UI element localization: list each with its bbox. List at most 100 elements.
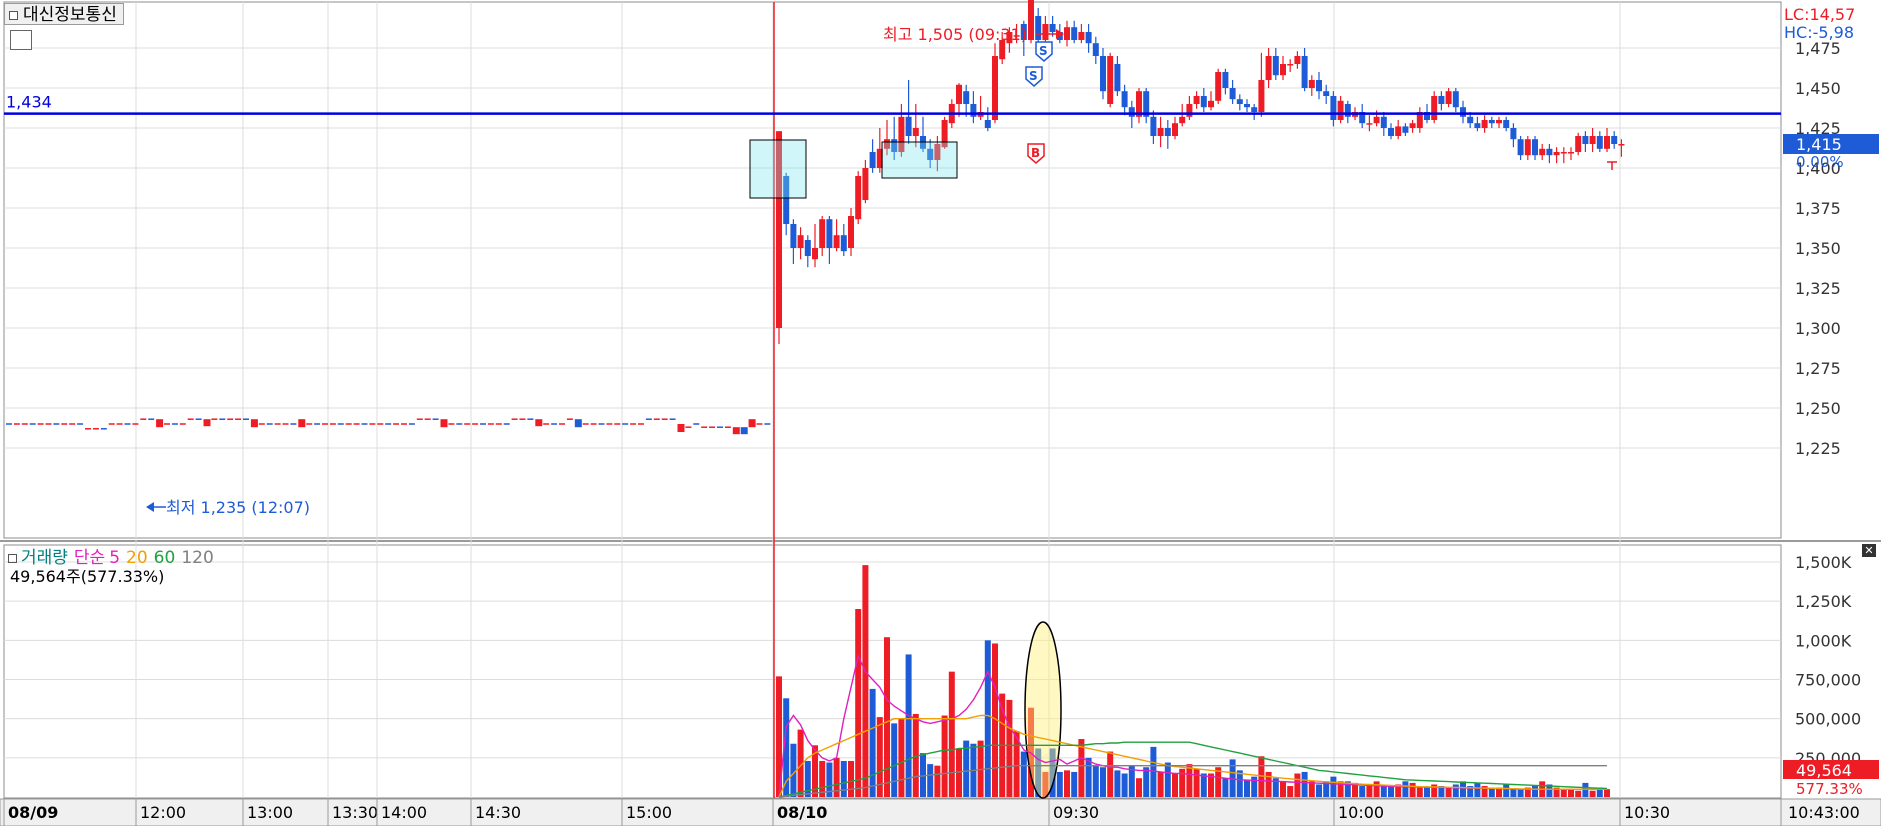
candle — [1553, 152, 1560, 156]
high-annotation: 최고 1,505 (09:31) — [883, 25, 1027, 44]
current-volume-label: 49,564 — [1796, 761, 1852, 780]
candle — [535, 419, 543, 427]
candle — [1301, 56, 1308, 88]
candle — [1128, 107, 1135, 117]
volume-bar — [1424, 787, 1430, 797]
table-grid-icon[interactable] — [10, 30, 32, 50]
ma120-label: 120 — [181, 548, 214, 568]
candle — [1438, 96, 1445, 104]
highlight-box — [749, 139, 807, 199]
candle — [970, 104, 977, 117]
candle — [574, 419, 582, 428]
candle — [797, 235, 804, 248]
stock-name-button[interactable]: 대신정보통신 — [4, 3, 124, 25]
candle — [203, 419, 211, 427]
x-tick-label: 10:00 — [1338, 803, 1384, 822]
close-panel-icon[interactable]: ✕ — [1862, 544, 1876, 557]
price-tick-label: 1,250 — [1795, 399, 1841, 418]
candle — [992, 56, 998, 120]
candle — [1330, 96, 1337, 120]
volume-bar — [1575, 790, 1582, 797]
candle — [840, 235, 847, 252]
candle — [1604, 136, 1610, 149]
candle — [848, 216, 854, 248]
volume-bar — [1287, 786, 1294, 797]
candle — [1186, 104, 1193, 117]
candle — [1092, 43, 1099, 56]
x-tick-label: 08/10 — [777, 803, 827, 822]
volume-bar — [1114, 770, 1121, 797]
low-annotation: 최저 1,235 (12:07) — [166, 498, 310, 517]
candle — [1208, 100, 1214, 108]
price-tick-label: 1,375 — [1795, 199, 1841, 218]
candle — [1258, 80, 1265, 112]
volume-bar — [1445, 787, 1452, 797]
candle — [1236, 99, 1243, 104]
candle — [1445, 91, 1452, 104]
volume-bar — [1582, 782, 1589, 797]
volume-panel-checkbox-icon[interactable] — [8, 553, 17, 563]
volume-bar — [1316, 784, 1322, 797]
stock-name-label: 대신정보통신 — [23, 5, 117, 25]
candle — [1517, 139, 1524, 156]
signal-badge-text: B — [1031, 146, 1040, 160]
volume-bar — [1056, 771, 1063, 797]
volume-bar — [1020, 751, 1027, 797]
candle — [1366, 123, 1373, 125]
volume-bar — [1416, 787, 1423, 797]
candle — [1460, 107, 1466, 117]
candle — [1064, 27, 1070, 40]
candle — [1049, 24, 1056, 32]
volume-bar — [1301, 771, 1308, 797]
volume-bar — [898, 718, 905, 797]
volume-bar — [1604, 789, 1610, 797]
volume-info: 49,564주(577.33%) — [10, 567, 165, 586]
volume-bar — [1064, 770, 1070, 797]
volume-tick-label: 1,250K — [1795, 592, 1852, 611]
volume-bar — [1503, 784, 1510, 797]
candle — [1150, 116, 1157, 136]
x-tick-label: 15:00 — [626, 803, 672, 822]
candle — [298, 419, 306, 428]
candle — [1200, 96, 1207, 108]
x-tick-label: 10:30 — [1624, 803, 1670, 822]
candle — [1373, 116, 1380, 124]
volume-bar — [1121, 773, 1128, 797]
candle — [1100, 56, 1106, 92]
volume-bar — [1589, 790, 1596, 797]
volume-bar — [1071, 771, 1078, 797]
candle — [1532, 139, 1538, 156]
candle — [748, 419, 756, 428]
x-tick-label: 13:30 — [332, 803, 378, 822]
candle — [1488, 120, 1495, 124]
candle — [869, 152, 876, 168]
candle — [732, 427, 740, 435]
current-volume-pct: 577.33% — [1796, 780, 1863, 798]
highlight-box — [881, 141, 958, 179]
candle — [1380, 116, 1387, 128]
volume-bar — [840, 760, 847, 797]
candle — [1157, 128, 1164, 136]
current-price-label: 1,415 — [1796, 135, 1842, 154]
volume-bar — [948, 671, 955, 797]
candle — [1323, 91, 1330, 96]
candle — [1596, 136, 1603, 149]
stock-chart[interactable]: 1,4751,4501,4251,4001,3751,3501,3251,300… — [0, 0, 1881, 826]
candle — [833, 235, 840, 248]
volume-tick-label: 1,500K — [1795, 553, 1852, 572]
volume-bar — [1568, 789, 1574, 797]
volume-bar — [848, 760, 854, 797]
x-tick-label: 09:30 — [1053, 803, 1099, 822]
x-tick-label: 08/09 — [8, 803, 58, 822]
candle — [1481, 120, 1488, 128]
candle — [1287, 64, 1294, 66]
volume-bar — [884, 637, 890, 797]
candle — [956, 84, 962, 104]
candle — [1172, 123, 1178, 136]
volume-bar — [1200, 773, 1207, 797]
candle — [1496, 120, 1502, 124]
candle — [1215, 72, 1222, 101]
panel-checkbox-icon[interactable] — [9, 11, 18, 20]
candle — [790, 224, 797, 248]
candle — [963, 91, 970, 104]
